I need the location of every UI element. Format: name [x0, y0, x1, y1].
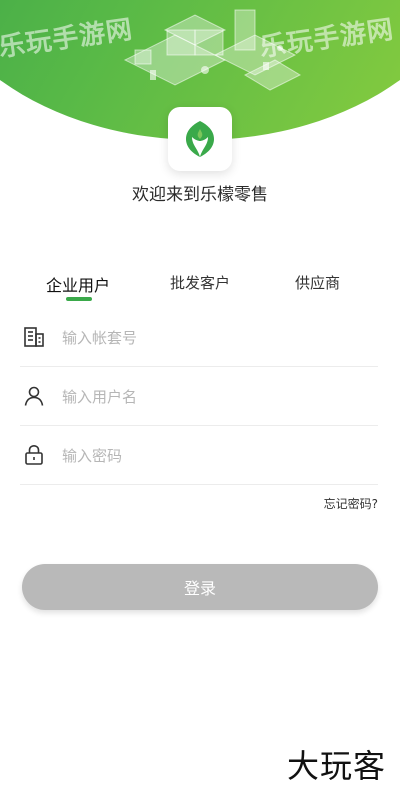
account-field — [20, 308, 378, 367]
tab-enterprise-user[interactable]: 企业用户 — [46, 272, 110, 296]
username-field — [20, 367, 378, 426]
watermark-bottom: 大玩客 — [286, 747, 386, 785]
tab-wholesale-customer[interactable]: 批发客户 — [170, 272, 230, 293]
forgot-password-link[interactable]: 忘记密码? — [324, 495, 378, 512]
lock-icon — [25, 444, 43, 465]
username-input[interactable] — [60, 380, 364, 414]
user-type-tabs: 企业用户 批发客户 供应商 — [0, 272, 400, 308]
user-icon — [24, 386, 44, 406]
account-input[interactable] — [60, 321, 364, 355]
tab-supplier[interactable]: 供应商 — [295, 272, 340, 293]
leaf-logo-icon — [186, 121, 214, 157]
login-button[interactable]: 登录 — [22, 564, 378, 610]
password-field — [20, 426, 378, 485]
welcome-text: 欢迎来到乐檬零售 — [132, 185, 268, 205]
building-icon — [24, 327, 44, 347]
password-input[interactable] — [60, 439, 364, 473]
app-logo — [168, 107, 232, 171]
active-tab-indicator — [66, 297, 92, 301]
